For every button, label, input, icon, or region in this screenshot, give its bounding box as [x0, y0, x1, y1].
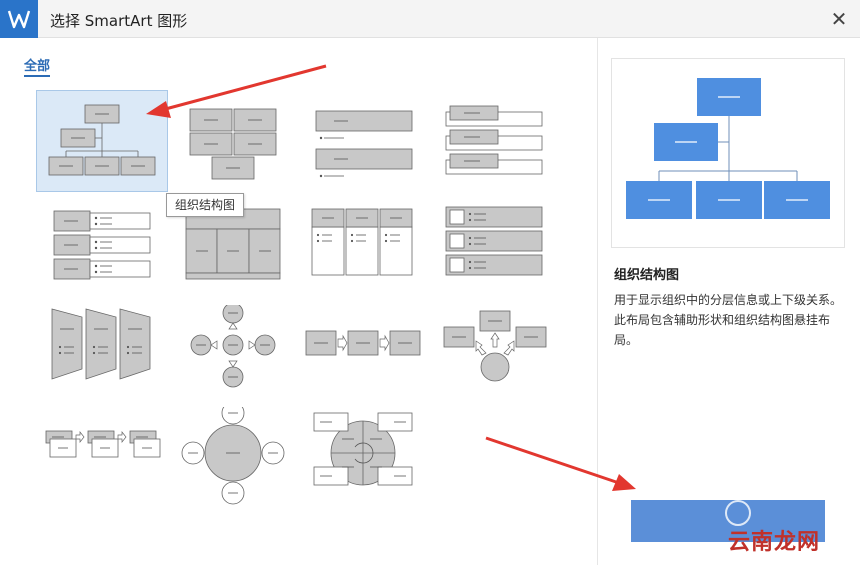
panel-divider [597, 38, 598, 565]
layout-radial-cycle[interactable] [168, 407, 300, 509]
layout-horizontal-bullet[interactable] [300, 203, 432, 305]
layout-accent-process[interactable] [36, 407, 168, 509]
title-bar: 选择 SmartArt 图形 ✕ [0, 0, 860, 38]
wps-logo-icon [0, 0, 38, 38]
layout-trapezoid-list[interactable] [36, 305, 168, 407]
layout-picture-list[interactable] [432, 203, 564, 305]
watermark-text: 云南龙网 [728, 530, 821, 555]
layout-basic-process[interactable] [300, 305, 432, 407]
close-button[interactable]: ✕ [828, 8, 850, 30]
layout-tooltip: 组织结构图 [166, 193, 244, 217]
layout-converging[interactable] [432, 305, 564, 407]
window-title: 选择 SmartArt 图形 [50, 12, 188, 30]
layout-cycle-matrix[interactable] [300, 407, 432, 509]
preview-description: 用于显示组织中的分层信息或上下级关系。此布局包含辅助形状和组织结构图悬挂布局。 [614, 293, 843, 347]
layout-grid [0, 85, 596, 565]
layout-stacked-list[interactable] [300, 90, 432, 192]
preview-title: 组织结构图 [614, 268, 680, 283]
layout-block-grid[interactable] [168, 90, 300, 192]
category-tab-all[interactable]: 全部 [24, 55, 51, 77]
layout-preview [611, 58, 845, 248]
layout-vertical-bullet[interactable] [36, 203, 168, 305]
layout-table-hierarchy[interactable] [168, 203, 300, 305]
layout-org-chart[interactable] [36, 90, 168, 192]
layout-diverging-radial[interactable] [168, 305, 300, 407]
layout-lined-list[interactable] [432, 90, 564, 192]
